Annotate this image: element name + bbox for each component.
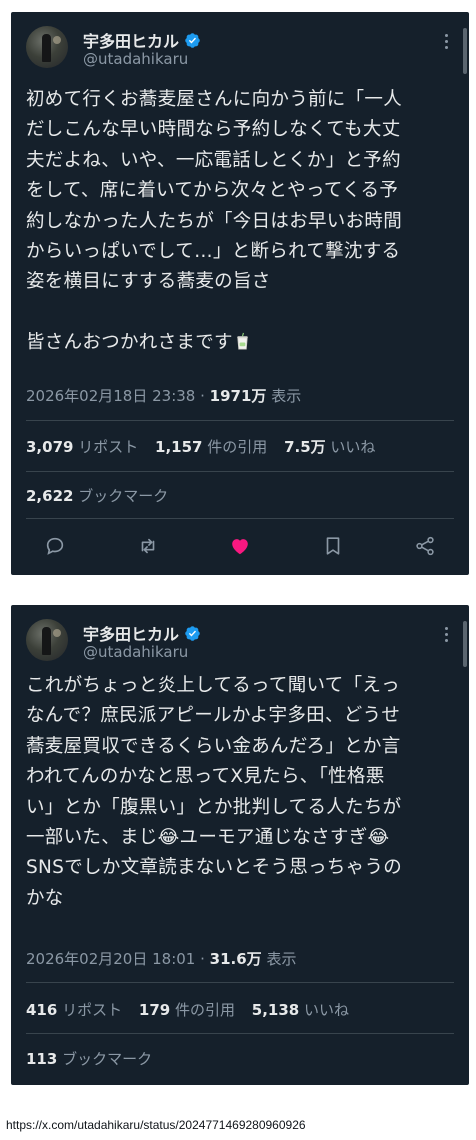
text-line: をして、席に着いてから次々とやってくる予 <box>26 180 399 202</box>
views-label: 表示 <box>266 950 297 968</box>
verified-badge-icon <box>185 32 200 48</box>
action-bar <box>44 534 436 558</box>
scrollbar[interactable] <box>463 621 467 667</box>
text-line: 約しなかった人たちが「今日はお早いお時間 <box>26 210 403 232</box>
engagement-stats: 3,079 リポスト 1,157 件の引用 7.5万 いいね <box>26 436 387 457</box>
share-icon[interactable] <box>414 535 436 557</box>
text-line: 姿を横目にすする蕎麦の旨さ <box>26 271 271 293</box>
avatar[interactable] <box>26 26 68 68</box>
tweet-meta: 2026年02月18日 23:38 · 1971万 表示 <box>26 387 302 405</box>
quotes-stat[interactable]: 1,157 件の引用 <box>155 438 267 456</box>
more-icon[interactable] <box>443 627 449 645</box>
beverage-cup-icon <box>237 333 248 350</box>
scrollbar[interactable] <box>463 28 467 74</box>
author-display-name[interactable]: 宇多田ヒカル <box>83 621 179 645</box>
verified-badge-icon <box>185 625 200 641</box>
text-line: われてんのかなと思ってX見たら、「性格悪 <box>26 766 385 788</box>
author-handle[interactable]: @utadahikaru <box>83 643 188 661</box>
bookmark-icon[interactable] <box>322 535 344 557</box>
text-line: だしこんな早い時間なら予約しなくても大丈 <box>26 119 401 141</box>
engagement-stats: 416 リポスト 179 件の引用 5,138 いいね <box>26 999 361 1020</box>
views-count: 31.6万 <box>209 950 262 968</box>
text-line: 蕎麦屋買収できるくらい金あんだろ」とか言 <box>26 735 401 757</box>
more-icon[interactable] <box>443 34 449 52</box>
bookmarks-stat[interactable]: 113 ブックマーク <box>26 1048 152 1069</box>
text-line: 一部いた、まじ😂ユーモア通じなさすぎ😂 <box>26 827 390 849</box>
views-label: 表示 <box>271 387 302 405</box>
author-handle[interactable]: @utadahikaru <box>83 50 188 68</box>
likes-stat[interactable]: 7.5万 いいね <box>284 438 375 456</box>
views-count: 1971万 <box>209 387 267 405</box>
text-line: なんで？庶民派アピールかよ宇多田、どうせ <box>26 705 401 727</box>
author-display-name[interactable]: 宇多田ヒカル <box>83 28 179 52</box>
divider <box>26 982 454 983</box>
bookmarks-stat[interactable]: 2,622 ブックマーク <box>26 485 168 506</box>
divider <box>26 420 454 421</box>
text-line: これがちょっと炎上してるって聞いて「えっ <box>26 675 400 696</box>
heart-icon[interactable] <box>229 535 251 557</box>
quotes-stat[interactable]: 179 件の引用 <box>139 1001 235 1019</box>
reposts-stat[interactable]: 3,079 リポスト <box>26 438 138 456</box>
tweet-text: 初めて行くお蕎麦屋さんに向かう前に「一人 だしこんな早い時間なら予約しなくても大… <box>26 85 456 359</box>
text-line: 初めて行くお蕎麦屋さんに向かう前に「一人 <box>26 89 403 110</box>
reposts-stat[interactable]: 416 リポスト <box>26 1001 122 1019</box>
text-line: からいっぱいでして…」と断られて撃沈する <box>26 241 401 263</box>
text-line: 皆さんおつかれさまです <box>26 332 233 354</box>
avatar[interactable] <box>26 619 68 661</box>
timestamp[interactable]: 2026年02月20日 18:01 <box>26 950 195 968</box>
divider <box>26 471 454 472</box>
text-line: かな <box>26 887 64 909</box>
text-line: い」とか「腹黒い」とか批判してる人たちが <box>26 796 402 818</box>
divider <box>26 518 454 519</box>
timestamp[interactable]: 2026年02月18日 23:38 <box>26 387 195 405</box>
text-line: SNSでしか文章読まないとそう思っちゃうの <box>26 857 403 879</box>
likes-stat[interactable]: 5,138 いいね <box>252 1001 349 1019</box>
text-line: 夫だよね、いや、一応電話しとくか」と予約 <box>26 149 401 171</box>
reply-icon[interactable] <box>44 535 66 557</box>
tweet-card-1: 宇多田ヒカル @utadahikaru 初めて行くお蕎麦屋さんに向かう前に「一人… <box>11 12 469 575</box>
tweet-meta: 2026年02月20日 18:01 · 31.6万 表示 <box>26 950 297 968</box>
source-url[interactable]: https://x.com/utadahikaru/status/2024771… <box>6 1118 306 1132</box>
retweet-icon[interactable] <box>137 535 159 557</box>
divider <box>26 1033 454 1034</box>
tweet-text: これがちょっと炎上してるって聞いて「えっ なんで？庶民派アピールかよ宇多田、どう… <box>26 671 456 914</box>
tweet-card-2: 宇多田ヒカル @utadahikaru これがちょっと炎上してるって聞いて「えっ… <box>11 605 469 1085</box>
